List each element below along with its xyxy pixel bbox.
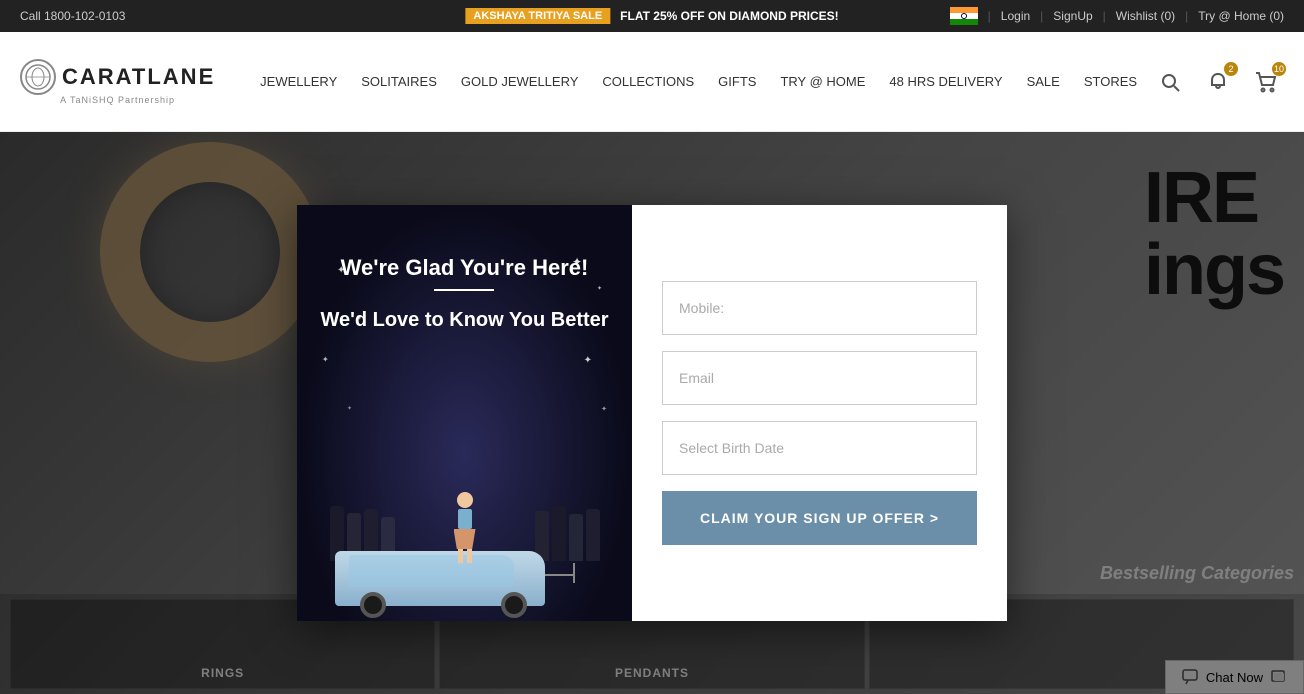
logo-subtitle: A TaNiSHQ Partnership [60, 95, 175, 105]
logo-text: CARATLANE [20, 59, 215, 95]
header-icons: 2 10 [1152, 64, 1284, 100]
nav-try-at-home[interactable]: TRY @ HOME [780, 74, 865, 89]
login-link[interactable]: Login [1001, 9, 1030, 23]
try-home-link[interactable]: Try @ Home (0) [1198, 9, 1284, 23]
top-bar: Call 1800-102-0103 AKSHAYA TRITIYA SALE … [0, 0, 1304, 32]
mobile-input[interactable] [662, 281, 977, 335]
nav-gold-jewellery[interactable]: GOLD JEWELLERY [461, 74, 579, 89]
india-flag [950, 7, 978, 25]
illustration [325, 381, 605, 621]
sale-text: FLAT 25% OFF ON DIAMOND PRICES! [620, 9, 838, 23]
brand-name: CARATLANE [62, 64, 215, 90]
sale-badge: AKSHAYA TRITIYA SALE [465, 8, 610, 24]
email-input[interactable] [662, 351, 977, 405]
top-bar-right: | Login | SignUp | Wishlist (0) | Try @ … [950, 7, 1284, 25]
promo-banner: AKSHAYA TRITIYA SALE FLAT 25% OFF ON DIA… [465, 8, 838, 24]
nav-48hrs[interactable]: 48 HRS DELIVERY [889, 74, 1002, 89]
signup-link[interactable]: SignUp [1053, 9, 1092, 23]
nav-gifts[interactable]: GIFTS [718, 74, 756, 89]
sparkle-5: ✦ [584, 355, 592, 366]
wishlist-link[interactable]: Wishlist (0) [1116, 9, 1175, 23]
separator2: | [1040, 9, 1043, 23]
modal-right-panel: CLAIM YOUR SIGN UP OFFER > [632, 205, 1007, 621]
modal-subtitle: We'd Love to Know You Better [320, 307, 608, 333]
search-button[interactable] [1152, 64, 1188, 100]
logo[interactable]: CARATLANE A TaNiSHQ Partnership [20, 59, 215, 105]
modal-left-content: We're Glad You're Here! We'd Love to Kno… [300, 235, 628, 353]
nav-sale[interactable]: SALE [1027, 74, 1060, 89]
limo-car [335, 551, 545, 606]
claim-button[interactable]: CLAIM YOUR SIGN UP OFFER > [662, 491, 977, 545]
notification-badge: 2 [1224, 62, 1238, 76]
separator4: | [1185, 9, 1188, 23]
separator3: | [1103, 9, 1106, 23]
header: CARATLANE A TaNiSHQ Partnership JEWELLER… [0, 32, 1304, 132]
modal-greeting: We're Glad You're Here! [320, 255, 608, 281]
birthdate-input[interactable] [662, 421, 977, 475]
nav-stores[interactable]: STORES [1084, 74, 1137, 89]
nav-solitaires[interactable]: SOLITAIRES [361, 74, 437, 89]
main-nav: JEWELLERY SOLITAIRES GOLD JEWELLERY COLL… [245, 74, 1152, 89]
center-person [454, 492, 476, 563]
signup-modal: ✦ ✦ ✦ ✦ ✦ ✦ ✦ ✦ We're Glad You're Here! … [297, 205, 1007, 621]
crowd-right [535, 506, 600, 561]
sparkle-4: ✦ [322, 355, 329, 364]
barrier-post-right [573, 563, 575, 583]
nav-collections[interactable]: COLLECTIONS [602, 74, 694, 89]
phone-number: Call 1800-102-0103 [20, 9, 125, 23]
notification-button[interactable]: 2 [1200, 64, 1236, 100]
nav-jewellery[interactable]: JEWELLERY [260, 74, 337, 89]
cart-button[interactable]: 10 [1248, 64, 1284, 100]
main-content: IRE ings Bestselling Categories RINGS PE… [0, 132, 1304, 694]
separator: | [988, 9, 991, 23]
cart-badge: 10 [1272, 62, 1286, 76]
modal-left-panel: ✦ ✦ ✦ ✦ ✦ ✦ ✦ ✦ We're Glad You're Here! … [297, 205, 632, 621]
logo-circle [20, 59, 56, 95]
modal-overlay: ✦ ✦ ✦ ✦ ✦ ✦ ✦ ✦ We're Glad You're Here! … [0, 132, 1304, 694]
modal-divider [434, 289, 494, 291]
